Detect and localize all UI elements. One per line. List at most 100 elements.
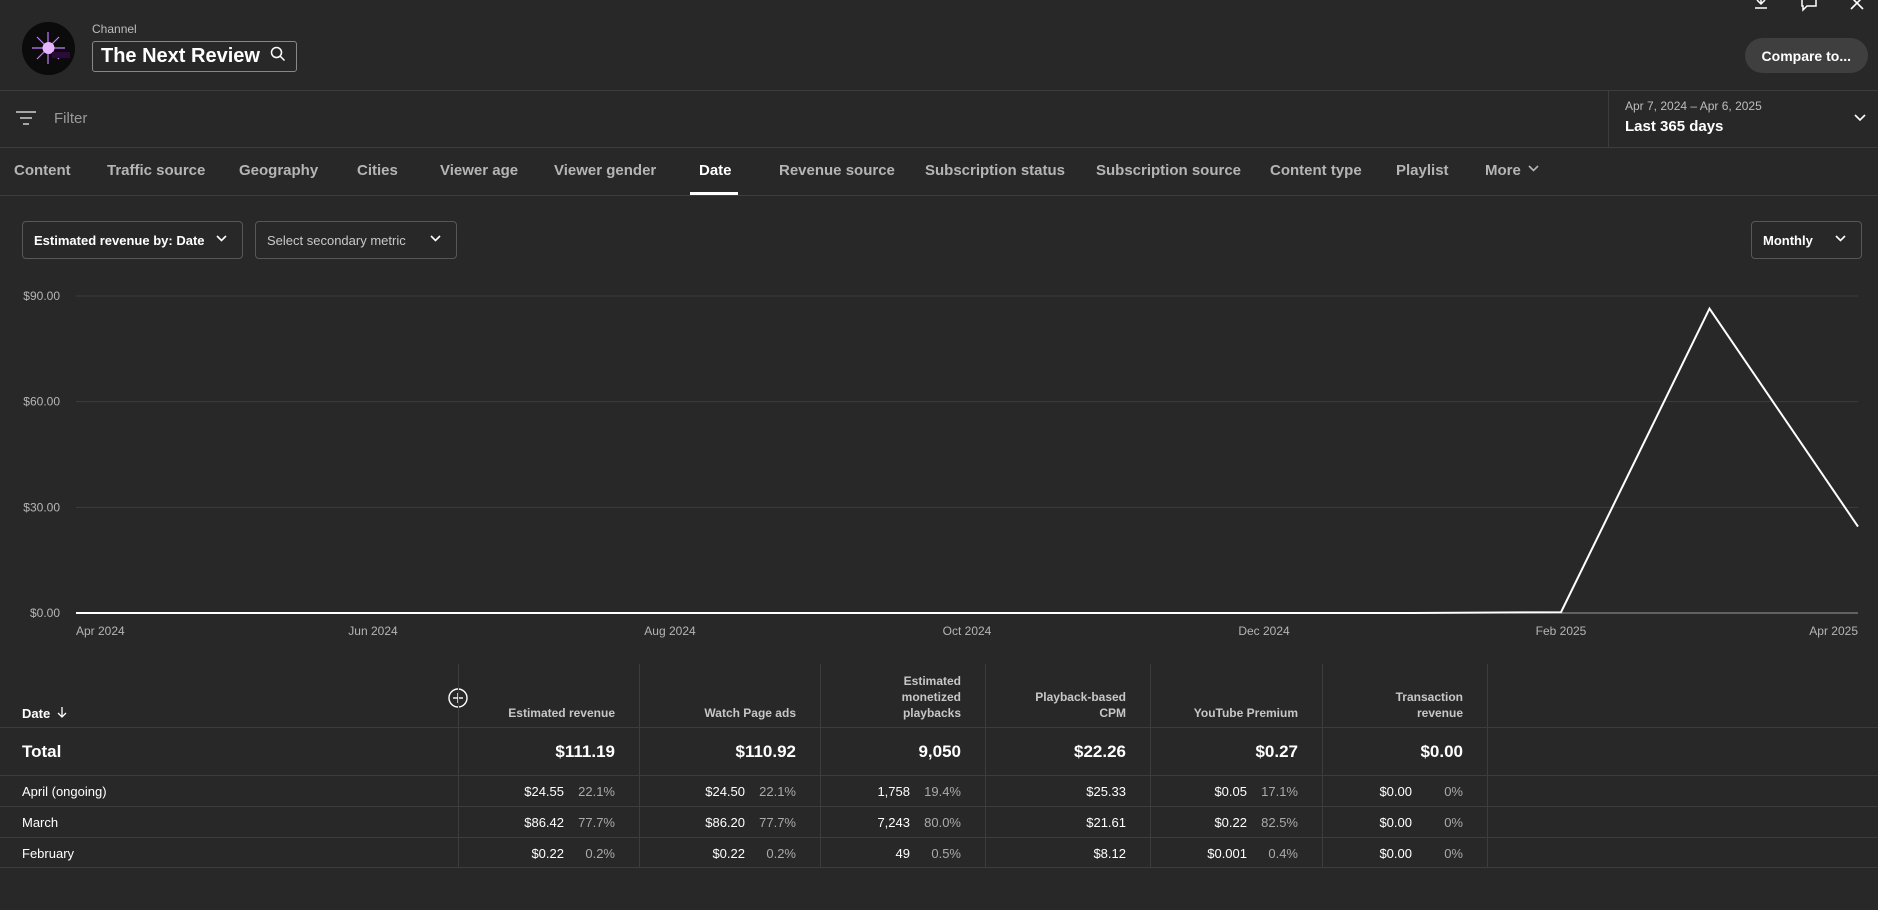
search-icon[interactable] bbox=[270, 46, 286, 67]
chevron-down-icon bbox=[1853, 111, 1867, 130]
column-divider bbox=[985, 664, 986, 867]
cell-value: $24.50 bbox=[705, 784, 745, 799]
column-header[interactable]: YouTube Premium bbox=[1194, 705, 1298, 721]
total-value: 9,050 bbox=[918, 742, 961, 761]
column-header-line: Estimated bbox=[903, 674, 961, 688]
cell-percentage: 0% bbox=[1444, 846, 1463, 861]
cell-value: $24.55 bbox=[524, 784, 564, 799]
cell-value: 1,758 bbox=[877, 784, 910, 799]
primary-metric-label: Estimated revenue by: Date bbox=[34, 232, 205, 248]
cell-value: $0.00 bbox=[1379, 846, 1412, 861]
cell-percentage: 0.2% bbox=[766, 846, 796, 861]
data-point[interactable] bbox=[1262, 611, 1266, 615]
tab-traffic-source[interactable]: Traffic source bbox=[107, 162, 205, 179]
total-label: Total bbox=[22, 742, 62, 761]
chevron-down-icon bbox=[429, 232, 442, 248]
data-point[interactable] bbox=[520, 611, 524, 615]
column-header-line: CPM bbox=[1099, 706, 1126, 720]
column-divider bbox=[639, 664, 640, 867]
dimension-tabs: Content Traffic source Geography Cities … bbox=[0, 148, 1878, 196]
data-point[interactable] bbox=[668, 611, 672, 615]
cell-percentage: 77.7% bbox=[759, 815, 796, 830]
date-header-label: Date bbox=[22, 706, 51, 721]
cell-value: $8.12 bbox=[1093, 846, 1126, 861]
column-header-line: Playback-based bbox=[1035, 690, 1126, 704]
granularity-dropdown[interactable]: Monthly bbox=[1751, 221, 1862, 259]
cell-percentage: 17.1% bbox=[1261, 784, 1298, 799]
column-header[interactable]: Estimated monetized playbacks bbox=[902, 673, 961, 721]
filter-input[interactable]: Filter bbox=[54, 110, 87, 127]
chevron-down-icon bbox=[1527, 162, 1540, 179]
channel-logo bbox=[22, 22, 75, 75]
tab-viewer-gender[interactable]: Viewer gender bbox=[554, 162, 656, 179]
data-point[interactable] bbox=[223, 611, 227, 615]
column-header-line: monetized bbox=[901, 690, 961, 704]
channel-label: Channel bbox=[92, 22, 137, 36]
cell-value: $0.22 bbox=[712, 846, 745, 861]
tab-revenue-source[interactable]: Revenue source bbox=[779, 162, 895, 179]
cell-value: $86.42 bbox=[524, 815, 564, 830]
cell-percentage: 0% bbox=[1444, 784, 1463, 799]
row-date-label: February bbox=[22, 846, 75, 861]
date-column-header[interactable]: Date bbox=[22, 706, 68, 721]
cell-percentage: 80.0% bbox=[924, 815, 961, 830]
row-date-label: March bbox=[22, 815, 59, 830]
tab-geography[interactable]: Geography bbox=[239, 162, 318, 179]
close-icon[interactable] bbox=[1848, 0, 1866, 17]
cell-value: 7,243 bbox=[877, 815, 910, 830]
compare-button[interactable]: Compare to... bbox=[1744, 38, 1868, 73]
data-point[interactable] bbox=[1856, 525, 1860, 529]
date-period-text: Last 365 days bbox=[1625, 118, 1724, 135]
tab-subscription-source[interactable]: Subscription source bbox=[1096, 162, 1241, 179]
cell-percentage: 0.5% bbox=[931, 846, 961, 861]
cell-percentage: 0.2% bbox=[585, 846, 615, 861]
tab-viewer-age[interactable]: Viewer age bbox=[440, 162, 518, 179]
primary-metric-dropdown[interactable]: Estimated revenue by: Date bbox=[22, 221, 243, 259]
y-tick-label: $30.00 bbox=[23, 500, 60, 514]
column-header[interactable]: Watch Page ads bbox=[704, 705, 796, 721]
tab-subscription-status[interactable]: Subscription status bbox=[925, 162, 1065, 179]
tab-more[interactable]: More bbox=[1485, 162, 1540, 179]
tab-content[interactable]: Content bbox=[14, 162, 71, 179]
cell-value: $0.05 bbox=[1214, 784, 1247, 799]
data-point[interactable] bbox=[1114, 611, 1118, 615]
data-point[interactable] bbox=[1708, 307, 1712, 311]
y-tick-label: $90.00 bbox=[23, 289, 60, 303]
data-point[interactable] bbox=[965, 611, 969, 615]
tab-playlist[interactable]: Playlist bbox=[1396, 162, 1449, 179]
x-tick-label: Apr 2025 bbox=[1809, 624, 1858, 638]
x-tick-label: Jun 2024 bbox=[348, 624, 398, 638]
chevron-down-icon bbox=[1834, 232, 1847, 248]
column-header-line: revenue bbox=[1416, 706, 1463, 720]
cell-value: 49 bbox=[895, 846, 910, 861]
data-point[interactable] bbox=[1411, 611, 1415, 615]
channel-avatar[interactable] bbox=[22, 22, 75, 75]
granularity-label: Monthly bbox=[1763, 232, 1813, 248]
page-header: Channel The Next Review Compare to... bbox=[0, 0, 1878, 91]
data-point[interactable] bbox=[1559, 610, 1563, 614]
date-range-selector[interactable]: Apr 7, 2024 – Apr 6, 2025 Last 365 days bbox=[1608, 91, 1878, 147]
x-tick-label: Feb 2025 bbox=[1536, 624, 1587, 638]
data-point[interactable] bbox=[817, 611, 821, 615]
active-tab-indicator bbox=[690, 192, 738, 195]
channel-selector[interactable]: The Next Review bbox=[92, 41, 297, 72]
download-icon[interactable] bbox=[1752, 0, 1770, 17]
column-divider bbox=[1150, 664, 1151, 867]
data-point[interactable] bbox=[74, 611, 78, 615]
column-header[interactable]: Transaction revenue bbox=[1396, 689, 1463, 721]
cell-value: $0.00 bbox=[1379, 815, 1412, 830]
feedback-icon[interactable] bbox=[1800, 0, 1818, 17]
column-header[interactable]: Estimated revenue bbox=[508, 705, 615, 721]
column-header[interactable]: Playback-based CPM bbox=[1035, 689, 1126, 721]
cell-value: $25.33 bbox=[1086, 784, 1126, 799]
tab-content-type[interactable]: Content type bbox=[1270, 162, 1362, 179]
tab-cities[interactable]: Cities bbox=[357, 162, 398, 179]
tab-date[interactable]: Date bbox=[699, 162, 732, 179]
filter-icon[interactable] bbox=[16, 110, 36, 131]
secondary-metric-label: Select secondary metric bbox=[267, 232, 406, 248]
cell-percentage: 82.5% bbox=[1261, 815, 1298, 830]
data-point[interactable] bbox=[371, 611, 375, 615]
secondary-metric-dropdown[interactable]: Select secondary metric bbox=[255, 221, 457, 259]
revenue-series-line[interactable] bbox=[76, 306, 1859, 614]
row-date-label: April (ongoing) bbox=[22, 784, 107, 799]
